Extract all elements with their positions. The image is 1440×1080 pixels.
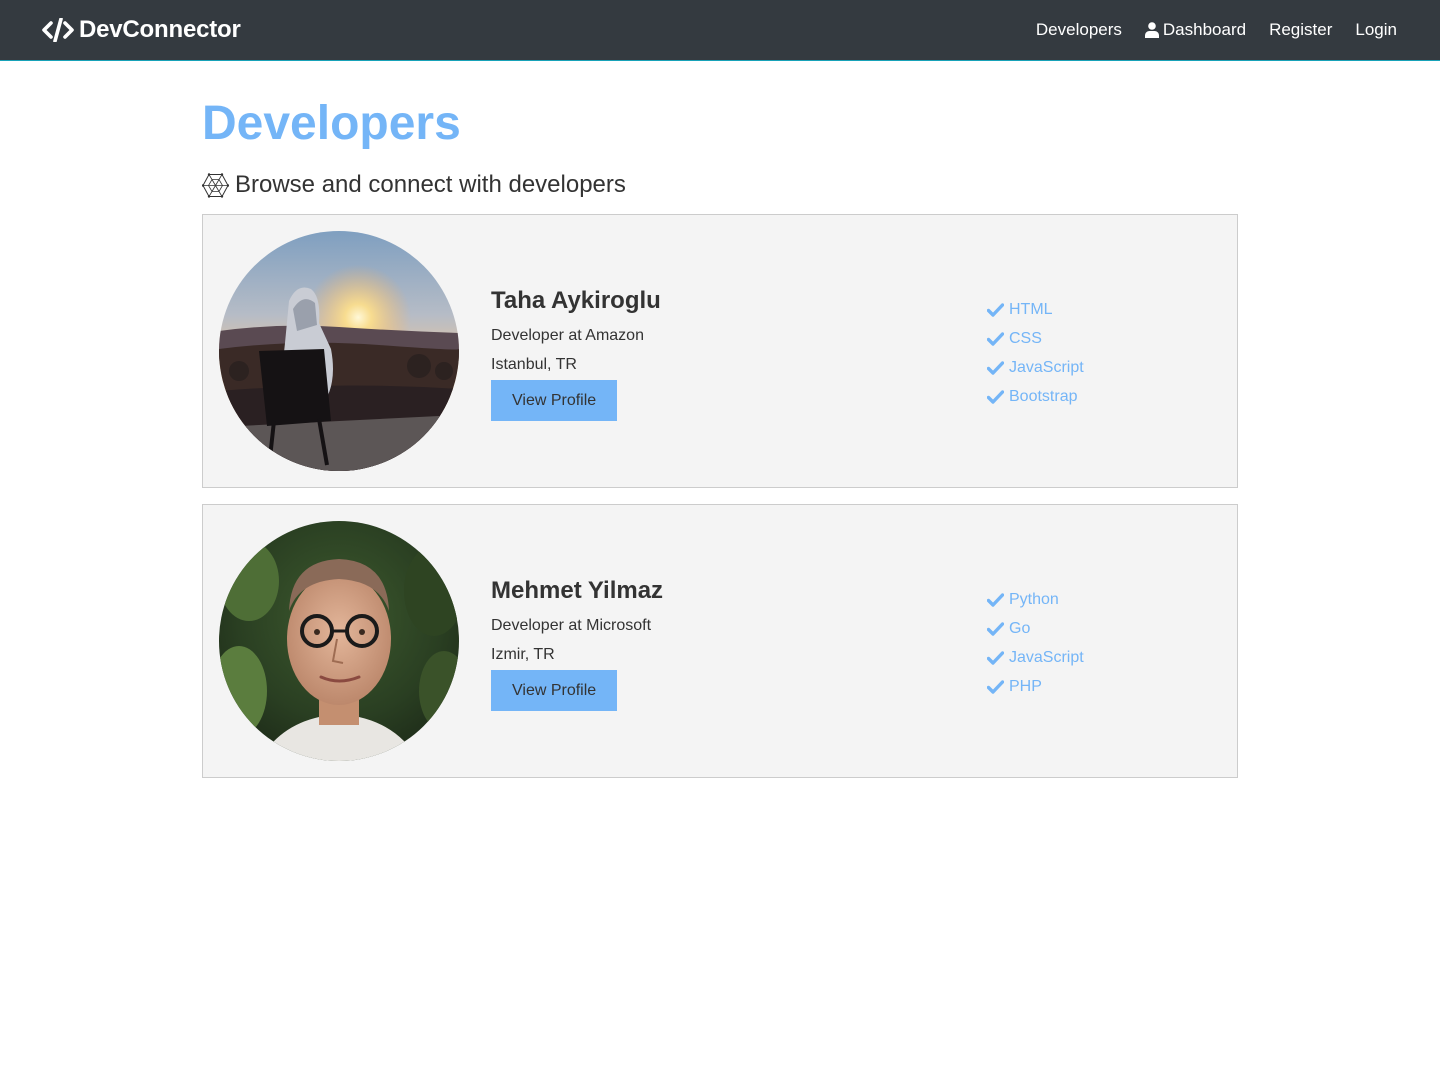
skill-item: Bootstrap bbox=[987, 382, 1084, 411]
profile-location: Istanbul, TR bbox=[491, 356, 577, 374]
view-profile-button[interactable]: View Profile bbox=[491, 670, 618, 712]
check-icon bbox=[987, 360, 1004, 375]
nav-developers-label: Developers bbox=[1035, 20, 1122, 39]
skill-item: JavaScript bbox=[987, 353, 1084, 382]
lead-label: Browse and connect with developers bbox=[235, 171, 626, 199]
brand-link[interactable]: DevConnector bbox=[42, 16, 241, 44]
nav-register[interactable]: Register bbox=[1269, 20, 1332, 40]
navbar: DevConnector Developers Dashboard Regist… bbox=[0, 0, 1440, 61]
skills-list: Python Go JavaScript PHP bbox=[987, 585, 1084, 701]
check-icon bbox=[987, 621, 1004, 636]
skill-label: JavaScript bbox=[1009, 648, 1084, 666]
page-title: Developers bbox=[202, 97, 461, 150]
profiles-list: Taha Aykiroglu Developer at Amazon Istan… bbox=[202, 214, 1238, 779]
profile-info: Taha Aykiroglu Developer at Amazon Istan… bbox=[491, 285, 661, 422]
skill-item: HTML bbox=[987, 295, 1084, 324]
skill-item: CSS bbox=[987, 324, 1084, 353]
check-icon bbox=[987, 679, 1004, 694]
skill-label: Go bbox=[1009, 619, 1031, 637]
nav-links: Developers Dashboard Register Login bbox=[1013, 20, 1397, 40]
skill-item: JavaScript bbox=[987, 643, 1084, 672]
nav-developers[interactable]: Developers bbox=[1036, 20, 1122, 40]
sunset-photo bbox=[219, 231, 459, 472]
profile-status: Developer at Microsoft bbox=[491, 617, 652, 635]
profile-name: Mehmet Yilmaz bbox=[491, 577, 664, 605]
nav-login-label: Login bbox=[1355, 20, 1397, 39]
portrait-photo bbox=[219, 521, 459, 762]
code-icon bbox=[42, 18, 74, 42]
lead-text: Browse and connect with developers bbox=[202, 171, 1238, 199]
skill-label: HTML bbox=[1009, 300, 1053, 318]
skill-label: Bootstrap bbox=[1009, 387, 1078, 405]
skill-label: CSS bbox=[1009, 329, 1042, 347]
profile-name: Taha Aykiroglu bbox=[491, 287, 661, 315]
user-icon bbox=[1144, 22, 1159, 38]
skill-item: Python bbox=[987, 585, 1084, 614]
nav-register-label: Register bbox=[1269, 20, 1333, 39]
nav-dashboard[interactable]: Dashboard bbox=[1144, 20, 1247, 40]
profile-card: Taha Aykiroglu Developer at Amazon Istan… bbox=[202, 214, 1238, 489]
skill-item: Go bbox=[987, 614, 1084, 643]
nav-login[interactable]: Login bbox=[1355, 20, 1397, 40]
connectdevelop-icon bbox=[202, 172, 229, 198]
view-profile-button[interactable]: View Profile bbox=[491, 380, 618, 422]
profile-card: Mehmet Yilmaz Developer at Microsoft Izm… bbox=[202, 504, 1238, 779]
skills-list: HTML CSS JavaScript Bootstrap bbox=[987, 295, 1084, 411]
profile-status: Developer at Amazon bbox=[491, 327, 644, 345]
skill-label: JavaScript bbox=[1009, 358, 1084, 376]
avatar bbox=[219, 231, 459, 472]
profile-info: Mehmet Yilmaz Developer at Microsoft Izm… bbox=[491, 575, 664, 712]
check-icon bbox=[987, 302, 1004, 317]
skill-label: Python bbox=[1009, 590, 1059, 608]
profile-location: Izmir, TR bbox=[491, 646, 555, 664]
avatar bbox=[219, 521, 459, 762]
brand-name: DevConnector bbox=[79, 16, 241, 43]
skill-label: PHP bbox=[1009, 677, 1042, 695]
nav-dashboard-label: Dashboard bbox=[1162, 20, 1247, 39]
developers-section: Developers Browse and connect with devel… bbox=[202, 90, 1238, 794]
skill-item: PHP bbox=[987, 672, 1084, 701]
check-icon bbox=[987, 650, 1004, 665]
check-icon bbox=[987, 592, 1004, 607]
check-icon bbox=[987, 389, 1004, 404]
check-icon bbox=[987, 331, 1004, 346]
